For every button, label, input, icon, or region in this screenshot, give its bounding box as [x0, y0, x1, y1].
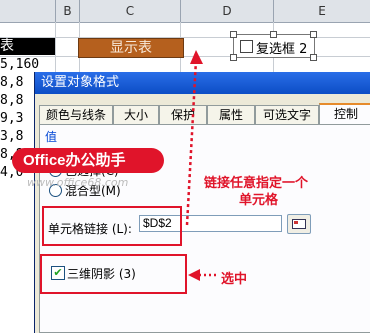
checkbox-square[interactable] [240, 40, 253, 53]
dialog-title: 设置对象格式 [35, 72, 370, 94]
column-header-e[interactable]: E [274, 0, 370, 22]
resize-handle[interactable] [230, 31, 237, 38]
tab-properties[interactable]: 属性 [207, 105, 255, 124]
column-header-partial[interactable] [0, 0, 56, 22]
office-badge: Office办公助手 [12, 148, 164, 173]
display-header-cell[interactable]: 显示表 [78, 38, 184, 58]
column-header-row: B C D E [0, 0, 370, 23]
sheet-checkbox-label: 复选框 2 [256, 42, 308, 57]
resize-handle[interactable] [310, 54, 317, 61]
resize-handle[interactable] [230, 54, 237, 61]
column-header-c[interactable]: C [80, 0, 181, 22]
tab-protection[interactable]: 保护 [159, 105, 207, 124]
tab-size[interactable]: 大小 [113, 105, 159, 124]
cell-link-highlight-box [42, 206, 182, 246]
range-picker-button[interactable] [287, 214, 311, 234]
table-cell[interactable]: 8,8 [0, 75, 33, 91]
tab-alt-text[interactable]: 可选文字 [255, 105, 319, 124]
resize-handle[interactable] [270, 31, 277, 38]
resize-handle[interactable] [310, 31, 317, 38]
tab-control[interactable]: 控制 [319, 103, 370, 126]
watermark-text: www.office68.com [27, 176, 129, 189]
column-header-b[interactable]: B [56, 0, 80, 22]
table-cell[interactable]: 3,8 [0, 129, 33, 145]
tab-colors-lines[interactable]: 颜色与线条 [39, 105, 113, 124]
link-note-line2: 单元格 [239, 193, 279, 208]
column-header-d[interactable]: D [181, 0, 274, 22]
table-cell[interactable]: 5,160 [0, 57, 39, 73]
select-note: 选中 [221, 272, 248, 287]
value-group-title: 值 [45, 130, 58, 144]
dialog-tab-strip: 颜色与线条 大小 保护 属性 可选文字 控制 [39, 103, 370, 126]
table-cell[interactable]: 8,8 [0, 93, 33, 109]
header-cell-partial[interactable]: 表 [0, 38, 55, 55]
range-picker-icon [292, 219, 306, 229]
table-cell[interactable]: 9,3 [0, 111, 33, 127]
shading-highlight-box [40, 254, 187, 294]
